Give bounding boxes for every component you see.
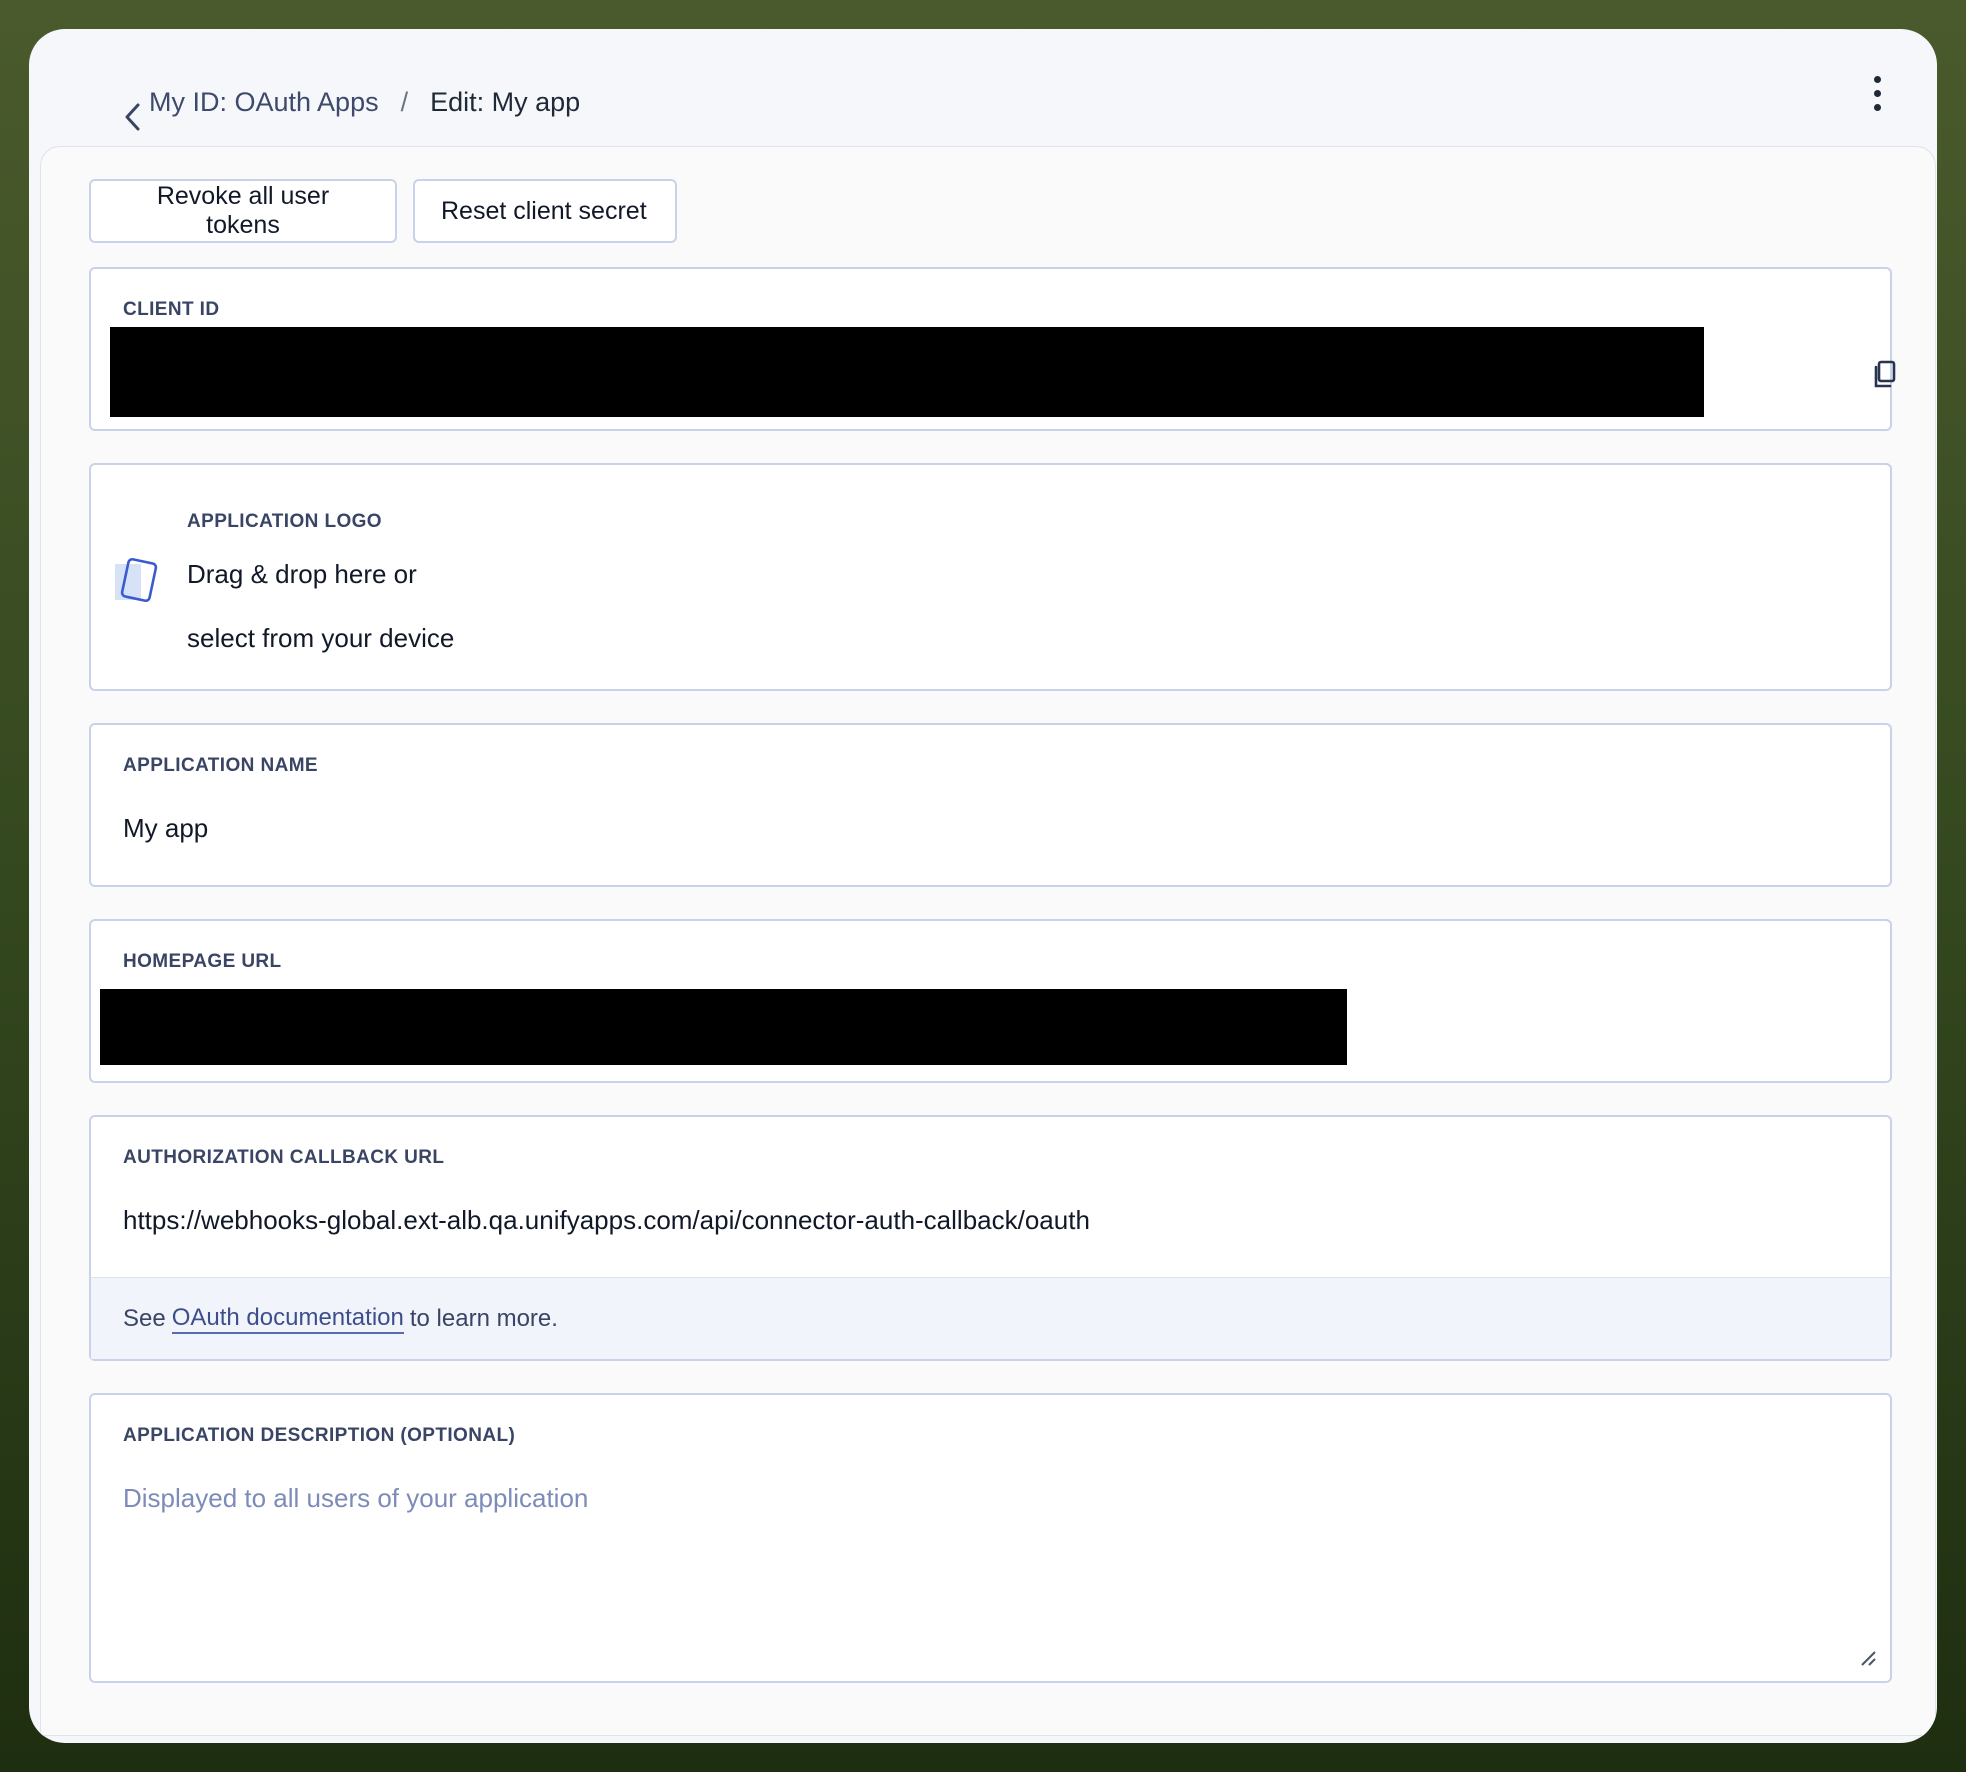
client-id-label: CLIENT ID — [123, 299, 220, 320]
homepage-url-field[interactable]: HOMEPAGE URL — [89, 919, 1892, 1083]
application-name-input[interactable]: My app — [123, 813, 208, 844]
more-options-button[interactable] — [1857, 67, 1897, 119]
page-title: Edit: My app — [430, 87, 581, 117]
homepage-url-value-redacted — [100, 989, 1347, 1065]
application-description-field[interactable]: APPLICATION DESCRIPTION (OPTIONAL) Displ… — [89, 1393, 1892, 1683]
application-name-field[interactable]: APPLICATION NAME My app — [89, 723, 1892, 887]
reset-secret-button[interactable]: Reset client secret — [413, 179, 677, 243]
image-upload-icon — [113, 555, 163, 610]
help-prefix: See — [123, 1304, 166, 1332]
callback-url-label: AUTHORIZATION CALLBACK URL — [123, 1147, 445, 1168]
resize-handle-icon[interactable] — [1858, 1648, 1880, 1670]
callback-url-field[interactable]: AUTHORIZATION CALLBACK URL https://webho… — [89, 1115, 1892, 1361]
top-bar: My ID: OAuth Apps / Edit: My app — [29, 29, 1937, 147]
revoke-tokens-button[interactable]: Revoke all user tokens — [89, 179, 397, 243]
homepage-url-label: HOMEPAGE URL — [123, 951, 282, 972]
application-name-label: APPLICATION NAME — [123, 755, 318, 776]
application-logo-dropzone[interactable]: APPLICATION LOGO Drag & drop here or sel… — [89, 463, 1892, 691]
oauth-documentation-link[interactable]: OAuth documentation — [171, 1304, 404, 1334]
app-window: My ID: OAuth Apps / Edit: My app Revoke … — [29, 29, 1937, 1743]
breadcrumb-separator: / — [400, 87, 409, 117]
application-logo-label: APPLICATION LOGO — [187, 511, 382, 532]
help-suffix: to learn more. — [409, 1304, 558, 1332]
client-id-field: CLIENT ID — [89, 267, 1896, 431]
more-vertical-icon — [1873, 75, 1881, 83]
chevron-left-icon — [122, 102, 142, 137]
logo-select-link[interactable]: select from your device — [187, 623, 454, 654]
logo-instruction-line1: Drag & drop here or — [187, 559, 417, 589]
client-id-value-redacted — [110, 327, 1704, 417]
callback-url-input[interactable]: https://webhooks-global.ext-alb.qa.unify… — [123, 1205, 1090, 1236]
copy-icon — [1872, 360, 1898, 395]
copy-client-id-button[interactable] — [1872, 359, 1912, 403]
breadcrumb: My ID: OAuth Apps / Edit: My app — [149, 87, 580, 118]
callback-help-text: See OAuth documentation to learn more. — [91, 1277, 1890, 1359]
application-description-label: APPLICATION DESCRIPTION (OPTIONAL) — [123, 1425, 516, 1446]
breadcrumb-parent-link[interactable]: My ID: OAuth Apps — [149, 87, 379, 118]
application-description-textarea[interactable]: Displayed to all users of your applicati… — [123, 1483, 588, 1514]
